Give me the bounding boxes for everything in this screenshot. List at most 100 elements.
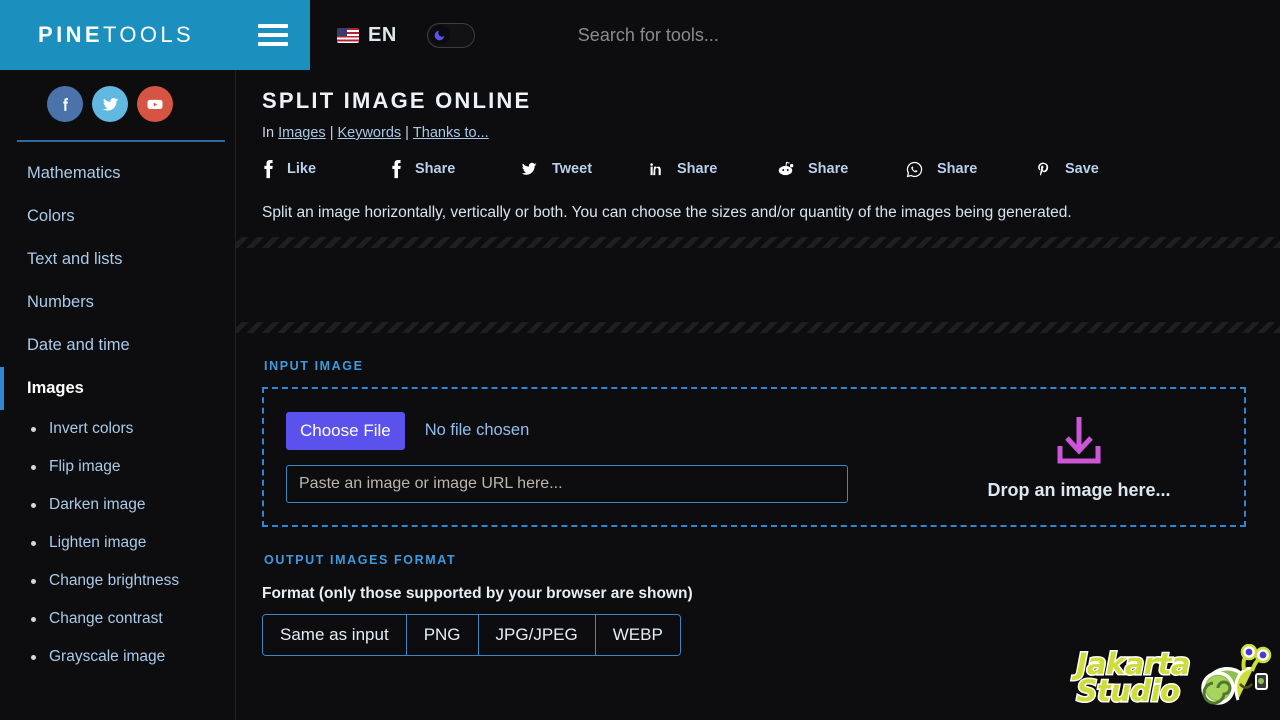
share-facebook-share[interactable]: Share (390, 159, 519, 179)
output-format-section-label: OUTPUT IMAGES FORMAT (264, 553, 457, 567)
sidebar-subitem-label: Darken image (49, 496, 146, 513)
sidebar-item-grayscale-image[interactable]: Grayscale image (0, 638, 235, 676)
sidebar: Mathematics Colors Text and lists Number… (0, 70, 236, 720)
sidebar-subitem-label: Invert colors (49, 420, 134, 437)
ad-top-stripe (236, 237, 1280, 248)
facebook-link[interactable] (47, 86, 83, 122)
theme-toggle-knob (429, 25, 450, 45)
format-option-png[interactable]: PNG (406, 615, 479, 655)
breadcrumb-link-images[interactable]: Images (278, 125, 326, 141)
share-label: Save (1065, 161, 1099, 177)
hamburger-icon[interactable] (258, 24, 288, 46)
choose-file-button[interactable]: Choose File (286, 411, 405, 450)
share-label: Like (287, 161, 317, 177)
drop-hint: Drop an image here... (914, 413, 1244, 501)
search-input[interactable] (577, 24, 1280, 46)
sidebar-item-text-and-lists[interactable]: Text and lists (0, 238, 235, 281)
share-label: Share (677, 161, 718, 177)
sidebar-subitem-label: Change contrast (49, 610, 163, 627)
sidebar-subitem-label: Flip image (49, 458, 121, 475)
tool-description: Split an image horizontally, vertically … (262, 204, 1072, 221)
share-reddit[interactable]: Share (776, 160, 905, 178)
share-linkedin[interactable]: Share (647, 161, 776, 178)
twitter-icon (102, 97, 118, 111)
share-label: Tweet (552, 161, 593, 177)
image-url-input[interactable] (286, 464, 848, 503)
sidebar-item-lighten-image[interactable]: Lighten image (0, 524, 235, 562)
sidebar-item-change-contrast[interactable]: Change contrast (0, 600, 235, 638)
file-status-text: No file chosen (424, 421, 530, 439)
share-whatsapp[interactable]: Share (905, 160, 1035, 179)
bullet-icon (31, 426, 36, 432)
ad-content-area (236, 248, 1280, 322)
sidebar-item-date-and-time[interactable]: Date and time (0, 324, 235, 367)
facebook-icon (390, 159, 402, 179)
file-input-row: Choose File No file chosen (286, 411, 884, 450)
sidebar-social-links (0, 70, 235, 122)
sidebar-item-invert-colors[interactable]: Invert colors (0, 410, 235, 448)
share-label: Share (937, 161, 978, 177)
facebook-icon (62, 97, 68, 111)
share-label: Share (808, 161, 849, 177)
page-title: SPLIT IMAGE ONLINE (262, 88, 532, 113)
sidebar-item-colors[interactable]: Colors (0, 195, 235, 238)
format-option-webp[interactable]: WEBP (595, 615, 680, 655)
format-option-jpg-jpeg[interactable]: JPG/JPEG (478, 615, 596, 655)
bullet-icon (31, 578, 36, 584)
input-image-section-label: INPUT IMAGE (264, 359, 364, 373)
breadcrumb-separator: | (405, 125, 409, 141)
drop-hint-text: Drop an image here... (987, 480, 1171, 500)
sidebar-item-change-brightness[interactable]: Change brightness (0, 562, 235, 600)
sidebar-item-numbers[interactable]: Numbers (0, 281, 235, 324)
file-input-column: Choose File No file chosen (264, 411, 884, 503)
youtube-link[interactable] (137, 86, 173, 122)
ad-slot (236, 237, 1280, 333)
bullet-icon (31, 540, 36, 546)
whatsapp-icon (905, 160, 924, 179)
bullet-icon (31, 464, 36, 470)
sidebar-item-mathematics[interactable]: Mathematics (0, 152, 235, 195)
twitter-link[interactable] (92, 86, 128, 122)
breadcrumb-link-keywords[interactable]: Keywords (337, 125, 401, 141)
pinterest-icon (1035, 160, 1052, 179)
search-box (475, 0, 1280, 70)
bullet-icon (31, 616, 36, 622)
bullet-icon (31, 502, 36, 508)
sidebar-subitem-label: Change brightness (49, 572, 180, 589)
theme-toggle[interactable] (426, 22, 475, 48)
format-option-same-as-input[interactable]: Same as input (263, 615, 407, 655)
breadcrumb-link-thanks-to[interactable]: Thanks to... (413, 125, 489, 141)
pinetools-logo[interactable]: PINETOOLS (38, 22, 194, 48)
image-drop-zone[interactable]: Choose File No file chosen Drop an image… (262, 387, 1246, 527)
main-content: SPLIT IMAGE ONLINE In Images | Keywords | Th… (236, 70, 1280, 720)
language-label[interactable]: EN (368, 24, 397, 47)
youtube-icon (147, 99, 163, 109)
bullet-icon (31, 654, 36, 660)
sidebar-category-list: Mathematics Colors Text and lists Number… (0, 142, 235, 676)
social-share-row: Like Share Tweet Share Share Share Save (262, 155, 1280, 183)
logo-light-part: TOOLS (102, 22, 195, 47)
share-label: Share (415, 161, 456, 177)
twitter-icon (519, 160, 539, 178)
sidebar-item-images[interactable]: Images (0, 367, 235, 410)
top-bar: PINETOOLS EN (0, 0, 1280, 70)
sidebar-subitem-label: Grayscale image (49, 648, 166, 665)
sidebar-item-flip-image[interactable]: Flip image (0, 448, 235, 486)
download-arrow-icon (1048, 413, 1110, 468)
brand-block: PINETOOLS (0, 0, 310, 70)
format-field-label: Format (only those supported by your bro… (262, 585, 693, 602)
logo-bold-part: PINE (38, 22, 103, 47)
us-flag-icon[interactable] (337, 27, 359, 43)
breadcrumb-prefix: In (262, 125, 275, 141)
share-pinterest[interactable]: Save (1035, 160, 1099, 179)
linkedin-icon (647, 161, 664, 178)
share-facebook-like[interactable]: Like (262, 159, 390, 179)
top-right-controls: EN (310, 0, 1280, 70)
reddit-icon (776, 160, 795, 178)
ad-bottom-stripe (236, 322, 1280, 333)
output-format-button-group: Same as input PNG JPG/JPEG WEBP (262, 614, 681, 656)
sidebar-item-darken-image[interactable]: Darken image (0, 486, 235, 524)
sidebar-subitem-label: Lighten image (49, 534, 147, 551)
share-twitter-tweet[interactable]: Tweet (519, 160, 647, 178)
moon-icon (434, 30, 445, 40)
